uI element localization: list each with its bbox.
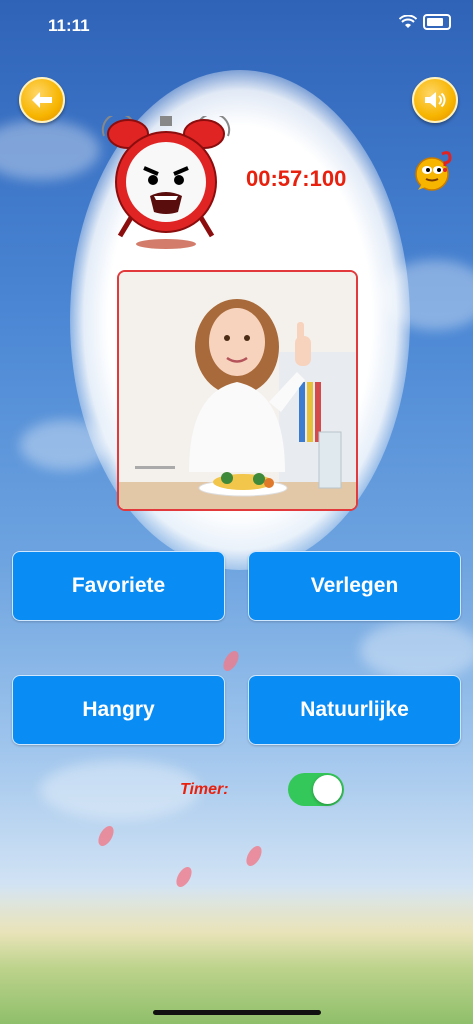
cloud-decor — [40, 760, 200, 820]
question-picture — [117, 270, 358, 511]
battery-icon — [423, 14, 451, 30]
home-indicator — [153, 1010, 321, 1015]
speaker-icon — [425, 92, 446, 108]
cloud-decor — [360, 620, 473, 680]
answer-button-hangry[interactable]: Hangry — [12, 675, 225, 745]
petal-decor — [243, 843, 265, 869]
alarm-clock-icon — [101, 116, 231, 249]
timer-label: Timer: — [180, 781, 229, 798]
flower-meadow — [0, 884, 473, 1024]
back-button[interactable] — [19, 77, 65, 123]
timer-toggle[interactable] — [288, 773, 344, 806]
answer-button-natuurlijke[interactable]: Natuurlijke — [248, 675, 461, 745]
petal-decor — [220, 648, 242, 674]
status-icons — [399, 14, 451, 30]
countdown-timer: 00:57:100 — [246, 166, 347, 191]
petal-decor — [95, 823, 117, 849]
status-time: 11:11 — [48, 16, 90, 35]
wifi-icon — [399, 15, 417, 28]
sound-button[interactable] — [412, 77, 458, 123]
toggle-knob — [313, 775, 342, 804]
girl-thumbs-up-picture — [119, 272, 356, 509]
question-bubble-icon[interactable] — [412, 148, 456, 192]
arrow-left-icon — [32, 92, 52, 108]
cloud-decor — [0, 120, 100, 180]
answer-button-verlegen[interactable]: Verlegen — [248, 551, 461, 621]
answer-button-favoriete[interactable]: Favoriete — [12, 551, 225, 621]
